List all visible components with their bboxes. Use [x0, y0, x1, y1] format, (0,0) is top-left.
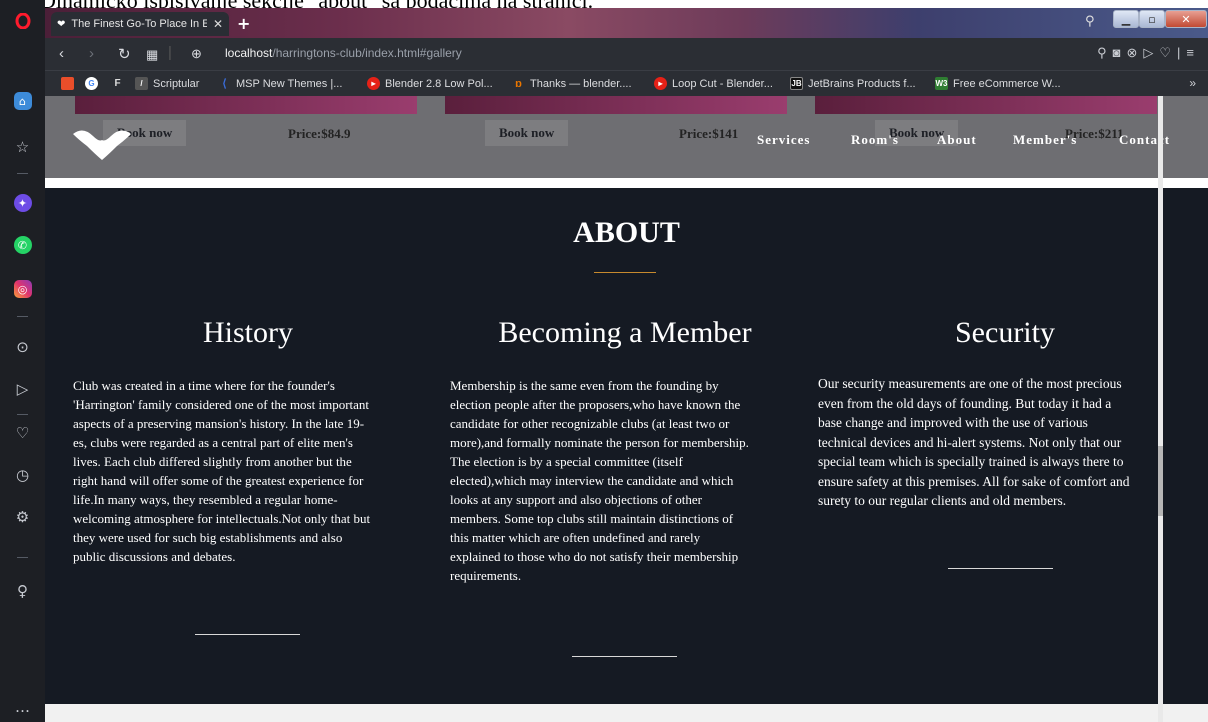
maximize-icon[interactable]: ▫: [1139, 10, 1165, 28]
bookmark-label: Scriptular: [153, 77, 200, 90]
url-path: /harringtons-club/index.html#gallery: [272, 46, 462, 60]
bookmark-item[interactable]: / Scriptular: [135, 77, 199, 90]
history-title: History: [203, 316, 293, 349]
club-logo-icon[interactable]: [71, 122, 133, 166]
nav-link-about[interactable]: About: [937, 132, 977, 148]
url-field[interactable]: localhost/harringtons-club/index.html#ga…: [225, 46, 462, 60]
bookmark-label: MSP New Themes |...: [236, 77, 343, 90]
w3-icon: W3: [935, 77, 948, 90]
heart-icon[interactable]: ♡: [0, 420, 45, 446]
gallery-price: Price:$84.9: [288, 126, 351, 141]
scrollbar-thumb[interactable]: [1158, 446, 1163, 516]
next-section-edge: [45, 704, 1208, 722]
opera-logo-icon[interactable]: [0, 8, 45, 34]
bookmark-item[interactable]: ▸ Loop Cut - Blender...: [654, 77, 773, 90]
nav-link-services[interactable]: Services: [757, 132, 810, 148]
instagram-icon[interactable]: ◎: [0, 276, 45, 302]
close-window-icon[interactable]: ✕: [1165, 10, 1207, 28]
gallery-section: Book now Price:$84.9 Book now Price:$141…: [45, 96, 1208, 178]
security-title: Security: [955, 316, 1055, 349]
whatsapp-icon[interactable]: ✆: [0, 232, 45, 258]
address-bar: ‹ › ↻ ▦ | ⊕ localhost/harringtons-club/i…: [45, 38, 1208, 70]
tips-bulb-icon[interactable]: ♀: [0, 578, 45, 604]
browser-tab[interactable]: ❤ The Finest Go-To Place In E ✕: [51, 12, 229, 36]
history-clock-icon[interactable]: ◷: [0, 462, 45, 488]
page-viewport: Book now Price:$84.9 Book now Price:$141…: [45, 96, 1208, 722]
back-icon[interactable]: ‹: [59, 45, 64, 62]
separator: |: [168, 44, 172, 61]
bookmark-item[interactable]: W3 Free eCommerce W...: [935, 77, 1061, 90]
player-icon[interactable]: ⊙: [0, 334, 45, 360]
security-text: Our security measurements are one of the…: [818, 376, 1130, 508]
settings-gear-icon[interactable]: ⚙: [0, 504, 45, 530]
new-tab-icon[interactable]: +: [237, 14, 250, 33]
bookmark-label: JetBrains Products f...: [808, 77, 916, 90]
google-icon: G: [85, 77, 98, 90]
bookmark-label: Free eCommerce W...: [953, 77, 1061, 90]
youtube-icon: ▸: [654, 77, 667, 90]
bookmarks-more-icon[interactable]: »: [1189, 76, 1196, 90]
tab-title: The Finest Go-To Place In E: [71, 18, 207, 30]
about-section: ABOUT History Club was created in a time…: [45, 188, 1208, 704]
site-info-globe-icon[interactable]: ⊕: [191, 46, 202, 62]
bookmark-item[interactable]: ⟨ MSP New Themes |...: [218, 77, 343, 91]
title-bar: ❤ The Finest Go-To Place In E ✕ + ⚲ ▁ ▫ …: [45, 8, 1208, 38]
book-now-button[interactable]: Book now: [485, 120, 569, 146]
about-title-underline: [594, 272, 656, 273]
gallery-image: [815, 96, 1157, 114]
tab-favicon-icon: ❤: [57, 18, 66, 30]
youtube-icon: ▸: [367, 77, 380, 90]
history-text: Club was created in a time where for the…: [73, 378, 371, 564]
tab-search-icon[interactable]: ⚲: [1085, 14, 1095, 29]
security-divider: [948, 568, 1053, 569]
jetbrains-icon: JB: [790, 77, 803, 90]
address-bar-actions[interactable]: ⚲◙⊗▷♡|≡: [1097, 45, 1200, 61]
bookmark-item[interactable]: ɒ Thanks — blender....: [512, 77, 632, 90]
tab-close-icon[interactable]: ✕: [213, 17, 223, 31]
page-scrollbar[interactable]: [1158, 96, 1163, 722]
speed-dial-icon[interactable]: ▦: [146, 47, 158, 63]
messenger-icon[interactable]: ✦: [0, 190, 45, 216]
bookmark-label: Thanks — blender....: [530, 77, 632, 90]
bookmark-label: Blender 2.8 Low Pol...: [385, 77, 493, 90]
bookmark-star-icon[interactable]: ☆: [0, 134, 45, 160]
url-host: localhost: [225, 46, 273, 60]
bookmark-item[interactable]: JB JetBrains Products f...: [790, 77, 916, 90]
browser-sidebar: ⌂ ☆ ✦ ✆ ◎ ⊙ ▷ ♡ ◷ ⚙ ♀ …: [0, 0, 45, 722]
bookmark-item[interactable]: ▸ Blender 2.8 Low Pol...: [367, 77, 493, 90]
membership-text: Membership is the same even from the fou…: [450, 378, 749, 583]
home-icon[interactable]: ⌂: [0, 88, 45, 114]
msp-icon: ⟨: [222, 78, 227, 90]
membership-divider: [572, 656, 677, 657]
nav-link-rooms[interactable]: Room's: [851, 132, 899, 148]
send-icon[interactable]: ▷: [0, 376, 45, 402]
minimize-icon[interactable]: ▁: [1113, 10, 1139, 28]
forward-icon[interactable]: ›: [89, 45, 94, 62]
reload-icon[interactable]: ↻: [118, 45, 131, 63]
history-divider: [195, 634, 300, 635]
bookmark-item[interactable]: G: [85, 77, 103, 90]
more-ellipsis-icon[interactable]: …: [0, 694, 45, 720]
bookmark-label: Loop Cut - Blender...: [672, 77, 773, 90]
gallery-image: [445, 96, 787, 114]
gallery-price: Price:$141: [679, 126, 739, 141]
bookmark-item[interactable]: [61, 77, 79, 90]
bookmark-item[interactable]: F: [111, 77, 129, 90]
blender-icon: ɒ: [515, 77, 522, 90]
membership-title: Becoming a Member: [498, 316, 752, 349]
about-title: ABOUT: [573, 216, 680, 249]
gallery-image: [75, 96, 417, 114]
nav-link-members[interactable]: Member's: [1013, 132, 1077, 148]
scriptular-icon: /: [135, 77, 148, 90]
bookmarks-bar: G F / Scriptular ⟨ MSP New Themes |... ▸ Bl…: [45, 70, 1208, 96]
apps-grid-icon: [61, 77, 74, 90]
f-icon: F: [114, 78, 121, 89]
